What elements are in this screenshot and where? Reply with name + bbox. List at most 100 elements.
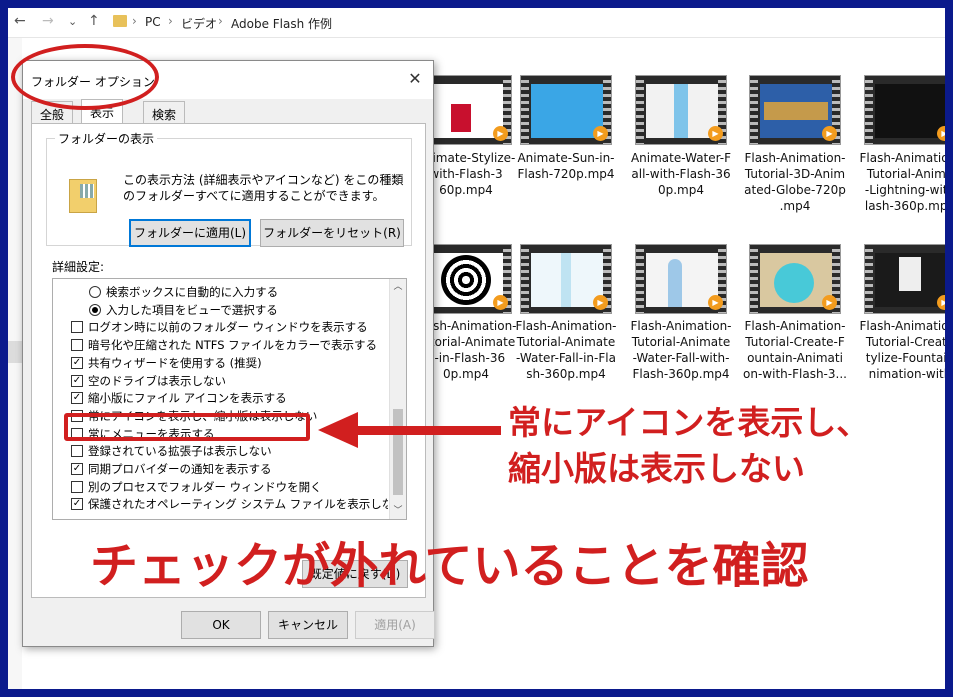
advanced-setting-item[interactable]: ログオン時に以前のフォルダー ウィンドウを表示する	[53, 318, 388, 336]
folder-icon	[113, 15, 127, 27]
advanced-settings-list[interactable]: 検索ボックスに自動的に入力する 入力した項目をビューで選択する ログオン時に以前のフ…	[52, 278, 407, 520]
breadcrumb-videos[interactable]: ビデオ	[181, 15, 217, 32]
advanced-setting-item[interactable]: 入力した項目をビューで選択する	[53, 301, 388, 319]
scroll-down-icon[interactable]: ﹀	[390, 503, 406, 519]
scroll-up-icon[interactable]: ︿	[390, 279, 406, 295]
map	[764, 102, 828, 120]
chevron-right-icon: ›	[218, 14, 223, 28]
scrollbar-thumb[interactable]	[393, 409, 403, 495]
folder-views-description: この表示方法 (詳細表示やアイコンなど) をこの種類のフォルダーすべてに適用する…	[123, 173, 404, 203]
advanced-setting-item[interactable]: ✓ 保護されたオペレーティング システム ファイルを表示しない (推奨)	[53, 495, 388, 513]
breadcrumb-folder[interactable]: Adobe Flash 作例	[231, 15, 332, 32]
advanced-setting-label: 別のプロセスでフォルダー ウィンドウを開く	[88, 479, 322, 494]
chevron-right-icon: ›	[168, 14, 173, 28]
play-icon: ▶	[822, 126, 837, 141]
fountain-circle	[774, 263, 814, 303]
advanced-setting-item[interactable]: ✓ 共有ウィザードを使用する (推奨)	[53, 354, 388, 372]
checkbox-checked[interactable]: ✓	[71, 356, 83, 369]
frame-content	[451, 104, 471, 132]
back-icon[interactable]: ←	[14, 13, 26, 29]
file-name: Animate-Sun-in- Flash-720p.mp4	[517, 151, 615, 181]
advanced-setting-item[interactable]: ✓ 空のドライブは表示しない	[53, 372, 388, 390]
spiral	[441, 255, 491, 305]
play-icon: ▶	[708, 295, 723, 310]
advanced-setting-label: 保護されたオペレーティング システム ファイルを表示しない (推奨)	[88, 497, 388, 512]
menu-overlay	[899, 257, 921, 291]
play-icon: ▶	[937, 295, 945, 310]
checkbox-checked[interactable]: ✓	[71, 463, 83, 475]
file-name: Flash-Animation- Tutorial-Animate -Water…	[630, 319, 732, 381]
waterfall	[668, 259, 682, 307]
radio-selected[interactable]	[89, 303, 101, 316]
scrollbar[interactable]: ︿ ﹀	[389, 279, 406, 519]
title-highlight-oval	[11, 44, 159, 110]
breadcrumb-pc[interactable]: PC	[145, 15, 161, 29]
folder-icon	[69, 179, 97, 213]
play-icon: ▶	[593, 126, 608, 141]
video-frame	[875, 84, 945, 138]
advanced-setting-label: 共有ウィザードを使用する (推奨)	[88, 355, 262, 370]
advanced-setting-label: 縮小版にファイル アイコンを表示する	[88, 391, 287, 406]
play-icon: ▶	[937, 126, 945, 141]
advanced-setting-item[interactable]: ✓ 縮小版にファイル アイコンを表示する	[53, 389, 388, 407]
video-thumbnail[interactable]: ▶	[749, 75, 841, 145]
chevron-right-icon: ›	[132, 14, 137, 28]
film-strip	[750, 76, 758, 144]
video-thumbnail[interactable]: ▶	[749, 244, 841, 314]
advanced-setting-item[interactable]: 暗号化や圧縮された NTFS ファイルをカラーで表示する	[53, 336, 388, 354]
folder-views-group: フォルダーの表示 この表示方法 (詳細表示やアイコンなど) をこの種類のフォルダ…	[46, 130, 412, 247]
forward-icon[interactable]: →	[42, 13, 54, 29]
view-tab-panel: フォルダーの表示 この表示方法 (詳細表示やアイコンなど) をこの種類のフォルダ…	[31, 123, 426, 598]
file-name: Flash-Animation- Tutorial-Create-F ounta…	[743, 319, 847, 381]
screenshot-frame: ← → ⌄ ↑ › PC › ビデオ › Adobe Flash 作例 ▶ An…	[8, 8, 945, 689]
waterfall	[561, 253, 571, 307]
video-frame	[531, 253, 603, 307]
video-frame	[531, 84, 603, 138]
apply-button[interactable]: 適用(A)	[355, 611, 435, 639]
advanced-setting-item[interactable]: 別のプロセスでフォルダー ウィンドウを開く	[53, 478, 388, 496]
advanced-setting-item[interactable]: ✓ 同期プロバイダーの通知を表示する	[53, 460, 388, 478]
video-thumbnail[interactable]: ▶	[864, 75, 945, 145]
navigation-pane[interactable]	[8, 38, 22, 689]
apply-to-folders-button[interactable]: フォルダーに適用(L)	[129, 219, 251, 247]
checkbox-checked[interactable]: ✓	[71, 374, 83, 387]
radio-unselected[interactable]	[89, 286, 101, 298]
video-thumbnail[interactable]: ▶	[520, 244, 612, 314]
video-frame	[431, 84, 503, 138]
recent-locations-icon[interactable]: ⌄	[68, 15, 77, 28]
up-icon[interactable]: ↑	[88, 13, 100, 29]
advanced-setting-label: 検索ボックスに自動的に入力する	[106, 285, 279, 299]
file-name: Flash-Animation- Tutorial-Create tylize-…	[859, 319, 945, 381]
play-icon: ▶	[708, 126, 723, 141]
advanced-setting-label: 同期プロバイダーの通知を表示する	[88, 462, 272, 476]
navigation-pane-selected-item[interactable]	[8, 341, 22, 363]
folder-views-label: フォルダーの表示	[55, 130, 158, 147]
checkbox-unchecked[interactable]	[71, 321, 83, 334]
waterfall	[674, 84, 688, 138]
checkbox-checked[interactable]: ✓	[71, 498, 83, 511]
advanced-setting-label: 暗号化や圧縮された NTFS ファイルをカラーで表示する	[88, 338, 377, 353]
checkbox-unchecked[interactable]	[71, 480, 83, 493]
ok-button[interactable]: OK	[181, 611, 261, 639]
advanced-setting-item[interactable]: 検索ボックスに自動的に入力する	[53, 283, 388, 301]
file-name: Flash-Animation- Tutorial-Animate -Water…	[515, 319, 617, 381]
film-strip	[636, 76, 644, 144]
video-thumbnail[interactable]: ▶	[864, 244, 945, 314]
checkbox-unchecked[interactable]	[71, 339, 83, 352]
video-frame	[875, 253, 945, 307]
option-highlight-box	[64, 413, 310, 441]
checkbox-unchecked[interactable]	[71, 445, 83, 458]
video-frame	[760, 253, 832, 307]
advanced-setting-label: 入力した項目をビューで選択する	[106, 302, 278, 317]
checkbox-checked[interactable]: ✓	[71, 392, 83, 405]
video-thumbnail[interactable]: ▶	[635, 75, 727, 145]
folder-grid	[80, 184, 94, 198]
cancel-button[interactable]: キャンセル	[268, 611, 348, 639]
tab-search[interactable]: 検索	[143, 101, 186, 123]
video-frame	[646, 253, 718, 307]
reset-folders-button[interactable]: フォルダーをリセット(R)	[260, 219, 404, 247]
video-thumbnail[interactable]: ▶	[635, 244, 727, 314]
film-strip	[750, 245, 758, 313]
video-thumbnail[interactable]: ▶	[520, 75, 612, 145]
close-icon[interactable]: ✕	[405, 69, 425, 89]
